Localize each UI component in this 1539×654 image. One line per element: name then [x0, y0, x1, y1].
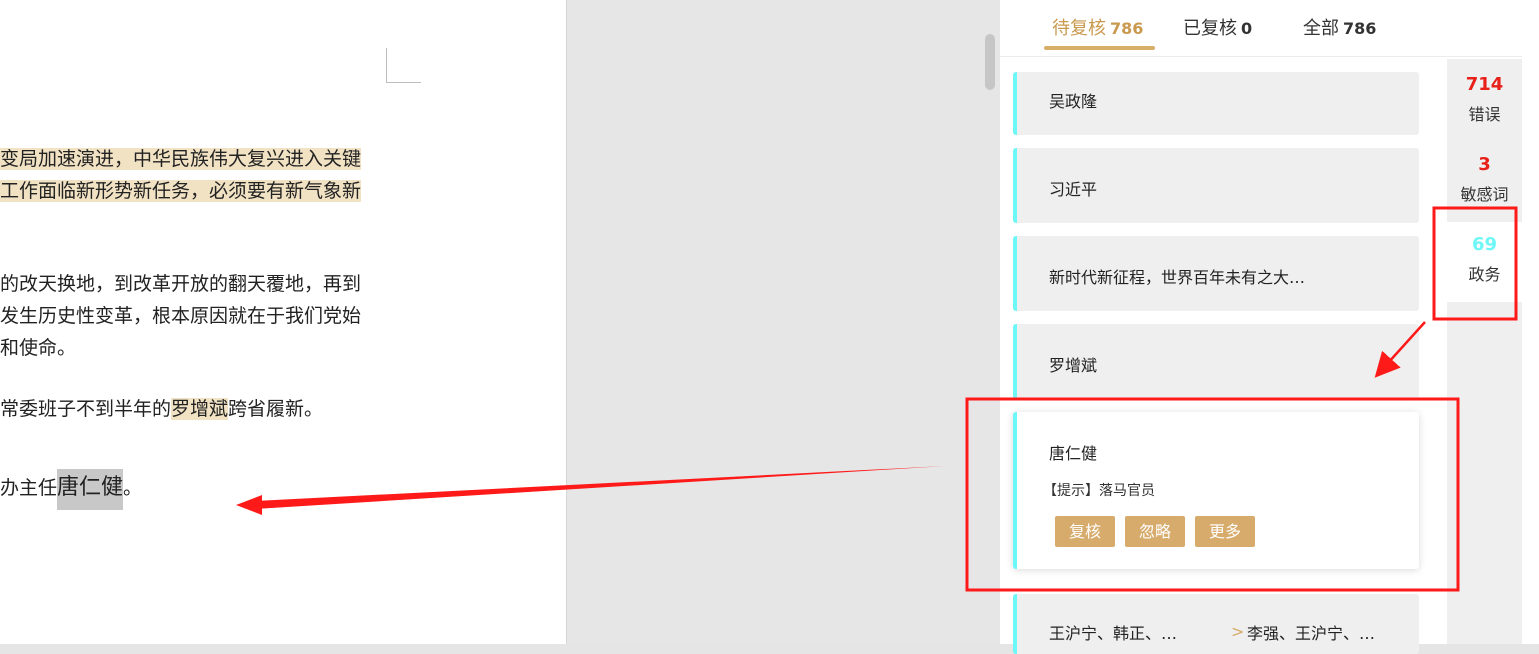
- workspace-background: [567, 0, 1000, 644]
- issue-card[interactable]: 新时代新征程，世界百年未有之大…: [1013, 236, 1419, 311]
- highlighted-term[interactable]: 罗增斌: [171, 398, 229, 420]
- review-button[interactable]: 复核: [1055, 516, 1115, 547]
- panel-edge: [1522, 0, 1539, 644]
- category-count: 3: [1478, 154, 1491, 175]
- issue-card[interactable]: 吴政隆: [1013, 72, 1419, 135]
- tab-pending[interactable]: 待复核 786: [1052, 14, 1143, 40]
- tab-count: 0: [1241, 19, 1253, 38]
- tab-count: 786: [1110, 19, 1144, 38]
- category-errors[interactable]: 714 错误: [1447, 74, 1522, 134]
- issue-card[interactable]: 王沪宁、韩正、… > 李强、王沪宁、…: [1013, 594, 1419, 654]
- card-title: 习近平: [1049, 180, 1098, 199]
- card-title: 吴政隆: [1049, 92, 1098, 111]
- issue-card[interactable]: 习近平: [1013, 148, 1419, 223]
- doc-line-5: 和使命。: [0, 332, 76, 364]
- tab-label: 待复核: [1052, 18, 1106, 39]
- card-title: 罗增斌: [1049, 356, 1098, 375]
- page-corner-mark: [386, 48, 421, 83]
- category-label: 错误: [1468, 105, 1501, 124]
- doc-text: 跨省履新。: [228, 398, 324, 420]
- review-panel: 待复核 786 已复核 0 全部 786 吴政隆 习近平 新时代新征程，世界百年未有之…: [1000, 0, 1522, 654]
- chevron-right-icon: >: [1231, 622, 1245, 641]
- ignore-button[interactable]: 忽略: [1125, 516, 1185, 547]
- more-button[interactable]: 更多: [1195, 516, 1255, 547]
- tab-count: 786: [1343, 19, 1377, 38]
- doc-text: 工作面临新形势新任务，必须要有新气象新: [0, 180, 362, 202]
- category-count: 714: [1465, 74, 1504, 95]
- doc-text: 和使命。: [0, 337, 77, 359]
- doc-text: 变局加速演进，中华民族伟大复兴进入关键: [0, 148, 362, 170]
- category-label: 敏感词: [1460, 185, 1509, 204]
- tab-label: 全部: [1303, 18, 1339, 39]
- doc-line-4: 发生历史性变革，根本原因就在于我们党始: [0, 300, 361, 332]
- card-hint: 【提示】落马官员: [1043, 483, 1155, 499]
- category-sidebar: [1447, 59, 1522, 644]
- document-canvas[interactable]: 变局加速演进，中华民族伟大复兴进入关键 工作面临新形势新任务，必须要有新气象新 …: [0, 0, 567, 644]
- card-title: 唐仁健: [1049, 444, 1098, 463]
- tab-bar: 待复核 786 已复核 0 全部 786: [1000, 0, 1522, 57]
- doc-text: 办主任: [0, 477, 58, 499]
- card-title: 王沪宁、韩正、…: [1049, 624, 1178, 643]
- card-title: 新时代新征程，世界百年未有之大…: [1049, 268, 1306, 287]
- selected-term[interactable]: 唐仁健: [57, 469, 124, 510]
- category-sensitive-words[interactable]: 3 敏感词: [1447, 154, 1522, 214]
- doc-text: 的改天换地，到改革开放的翻天覆地，再到: [0, 273, 362, 295]
- doc-line-1: 变局加速演进，中华民族伟大复兴进入关键: [0, 143, 362, 175]
- issue-card[interactable]: 罗增斌: [1013, 324, 1419, 399]
- category-count: 69: [1471, 234, 1498, 255]
- tab-reviewed[interactable]: 已复核 0: [1183, 14, 1252, 40]
- doc-line-2: 工作面临新形势新任务，必须要有新气象新: [0, 175, 362, 207]
- scrollbar-thumb[interactable]: [985, 34, 995, 90]
- tab-label: 已复核: [1183, 18, 1237, 39]
- doc-line-7: 办主任唐仁健。: [0, 469, 143, 510]
- category-label: 政务: [1468, 265, 1501, 284]
- active-tab-indicator: [1044, 46, 1155, 50]
- issue-card-expanded[interactable]: 唐仁健 【提示】落马官员 复核 忽略 更多: [1013, 412, 1419, 569]
- doc-line-6: 常委班子不到半年的罗增斌跨省履新。: [0, 393, 323, 425]
- doc-text: 常委班子不到半年的: [0, 398, 172, 420]
- doc-text: 发生历史性变革，根本原因就在于我们党始: [0, 305, 362, 327]
- doc-text: 。: [123, 477, 143, 499]
- card-suggestion: 李强、王沪宁、…: [1247, 624, 1376, 643]
- tab-all[interactable]: 全部 786: [1303, 14, 1376, 40]
- category-government[interactable]: 69 政务: [1447, 222, 1522, 302]
- doc-line-3: 的改天换地，到改革开放的翻天覆地，再到: [0, 268, 361, 300]
